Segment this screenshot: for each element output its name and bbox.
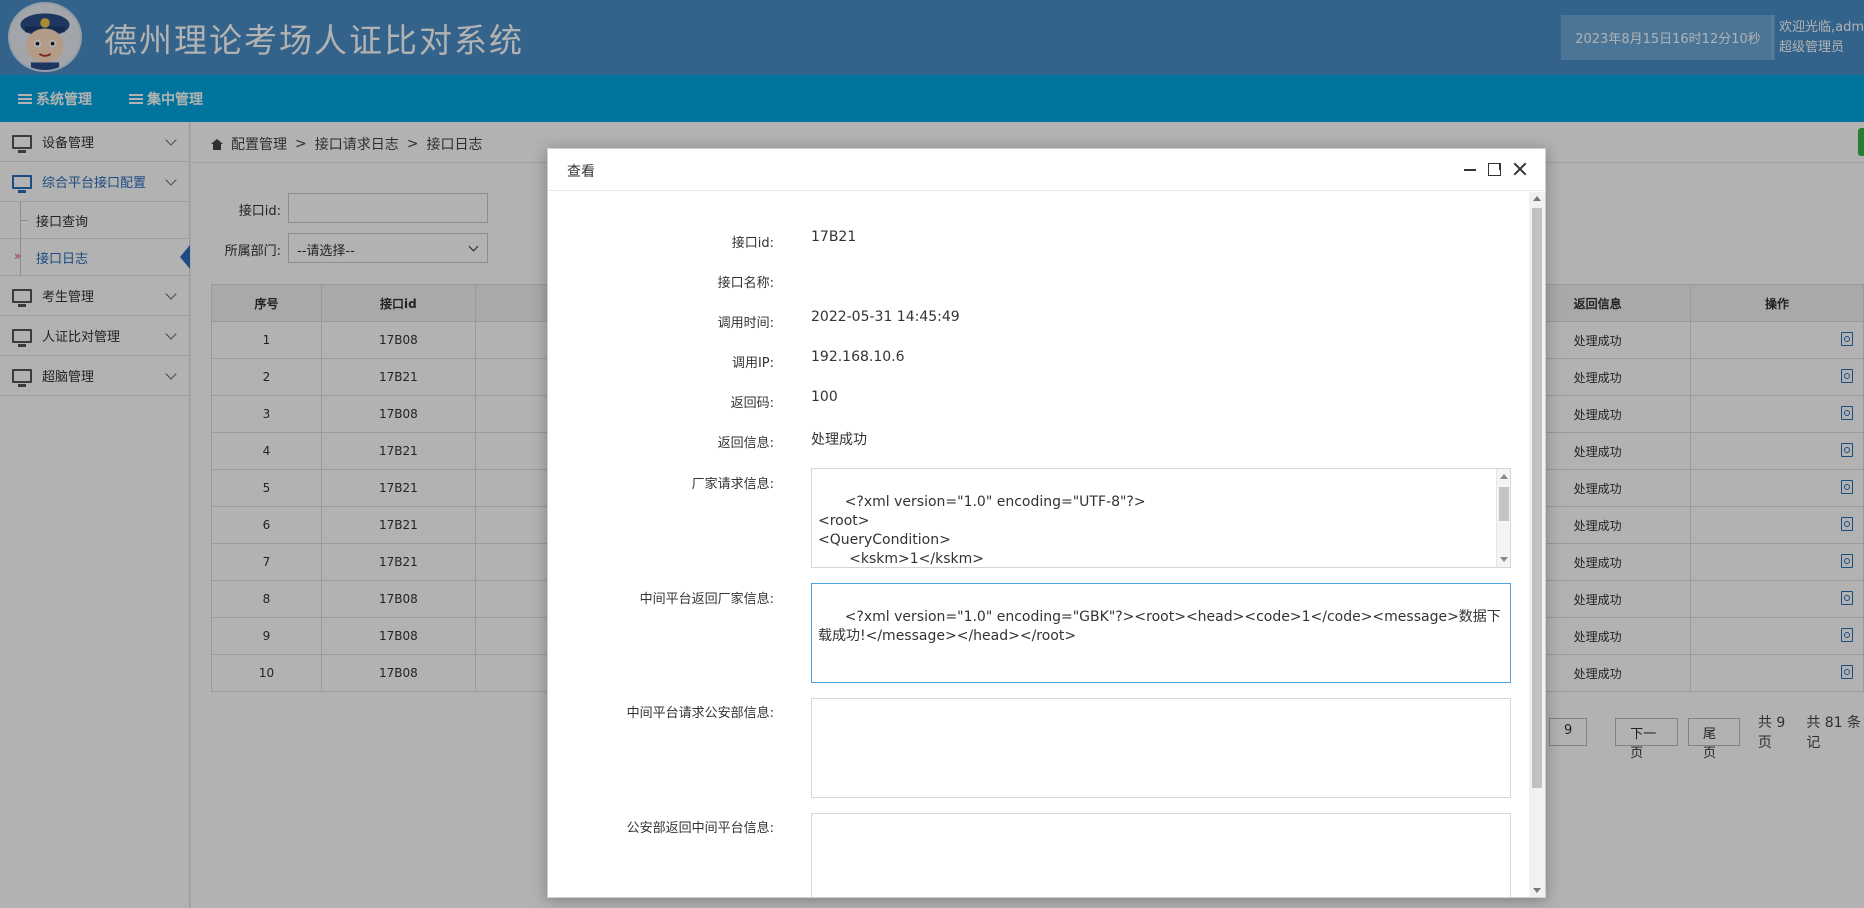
scroll-down-icon[interactable] bbox=[1533, 888, 1541, 893]
scroll-up-icon[interactable] bbox=[1533, 196, 1541, 201]
call-time-value: 2022-05-31 14:45:49 bbox=[811, 309, 960, 325]
field-label: 中间平台返回厂家信息: bbox=[639, 592, 774, 607]
field-label: 中间平台请求公安部信息: bbox=[626, 706, 774, 721]
dialog-scrollbar[interactable] bbox=[1529, 192, 1545, 897]
dialog-body: 接口id: 17B21 接口名称: 调用时间: 2022-05-31 14:45… bbox=[548, 192, 1545, 897]
field-label: 调用时间: bbox=[717, 316, 774, 331]
middle-to-police-request-textarea[interactable] bbox=[811, 698, 1511, 798]
minimize-icon[interactable] bbox=[1462, 161, 1478, 177]
field-label: 接口名称: bbox=[717, 276, 774, 291]
interface-id-value: 17B21 bbox=[811, 229, 857, 245]
dialog-header: 查看 bbox=[548, 149, 1545, 191]
call-ip-value: 192.168.10.6 bbox=[811, 349, 905, 365]
field-label: 返回码: bbox=[730, 396, 774, 411]
dialog-title: 查看 bbox=[567, 164, 595, 180]
field-label: 接口id: bbox=[731, 236, 774, 251]
scroll-thumb[interactable] bbox=[1499, 487, 1509, 521]
middle-platform-response-textarea[interactable]: <?xml version="1.0" encoding="GBK"?><roo… bbox=[811, 583, 1511, 683]
vendor-request-text: <?xml version="1.0" encoding="UTF-8"?> <… bbox=[818, 494, 1146, 567]
field-label: 返回信息: bbox=[717, 436, 774, 451]
scroll-up-icon[interactable] bbox=[1500, 474, 1508, 479]
view-dialog: 查看 接口id: 17B21 接口名称: 调用时间: 2022-05-31 14… bbox=[547, 148, 1546, 898]
maximize-icon[interactable] bbox=[1488, 163, 1501, 176]
textarea-scrollbar[interactable] bbox=[1496, 469, 1510, 567]
close-icon[interactable] bbox=[1512, 161, 1528, 177]
field-label: 调用IP: bbox=[731, 356, 774, 371]
scroll-thumb[interactable] bbox=[1532, 208, 1542, 788]
return-code-value: 100 bbox=[811, 389, 838, 405]
scroll-down-icon[interactable] bbox=[1500, 557, 1508, 562]
field-label: 公安部返回中间平台信息: bbox=[626, 821, 774, 836]
vendor-request-textarea[interactable]: <?xml version="1.0" encoding="UTF-8"?> <… bbox=[811, 468, 1511, 568]
field-label: 厂家请求信息: bbox=[691, 477, 774, 492]
return-message-value: 处理成功 bbox=[811, 432, 867, 448]
police-response-textarea[interactable] bbox=[811, 813, 1511, 897]
middle-platform-response-text: <?xml version="1.0" encoding="GBK"?><roo… bbox=[818, 609, 1501, 644]
